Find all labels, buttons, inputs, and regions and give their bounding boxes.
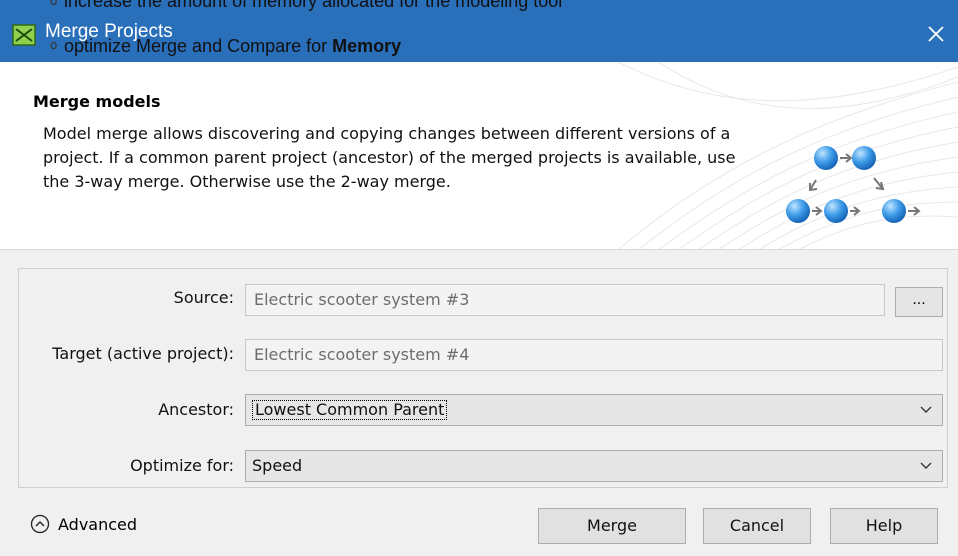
ancestor-select[interactable]: Lowest Common Parent xyxy=(245,394,943,426)
overlay-text-optimize: optimize Merge and Compare for Memory xyxy=(64,36,401,57)
help-button[interactable]: Help xyxy=(830,508,938,544)
bullet-marker: o xyxy=(50,0,58,8)
advanced-toggle[interactable]: Advanced xyxy=(30,514,137,534)
optimize-label: Optimize for: xyxy=(130,456,234,475)
merge-app-icon xyxy=(12,24,36,46)
browse-button[interactable]: ... xyxy=(895,287,943,317)
target-label: Target (active project): xyxy=(52,344,234,363)
overlay-text-bold: Memory xyxy=(332,36,402,56)
ancestor-label: Ancestor: xyxy=(158,400,234,419)
overlay-text-prefix: optimize Merge and Compare for xyxy=(64,36,333,56)
chevron-up-circle-icon xyxy=(30,514,50,534)
target-field[interactable]: Electric scooter system #4 xyxy=(245,339,943,371)
close-icon xyxy=(928,26,944,42)
header-description: Model merge allows discovering and copyi… xyxy=(43,124,736,191)
ancestor-value: Lowest Common Parent xyxy=(252,400,448,420)
chevron-down-icon xyxy=(920,462,932,469)
header-title: Merge models xyxy=(33,92,161,111)
bullet-marker: o xyxy=(50,38,58,52)
merge-diagram-icon xyxy=(786,146,921,223)
close-button[interactable] xyxy=(920,16,952,52)
optimize-value: Speed xyxy=(252,456,303,475)
chevron-down-icon xyxy=(920,406,932,413)
source-field[interactable]: Electric scooter system #3 xyxy=(245,284,885,316)
optimize-select[interactable]: Speed xyxy=(245,450,943,482)
merge-button[interactable]: Merge xyxy=(538,508,686,544)
cancel-button[interactable]: Cancel xyxy=(703,508,811,544)
source-label: Source: xyxy=(173,288,234,307)
advanced-label: Advanced xyxy=(58,514,138,534)
overlay-text-memory: increase the amount of memory allocated … xyxy=(64,0,563,11)
